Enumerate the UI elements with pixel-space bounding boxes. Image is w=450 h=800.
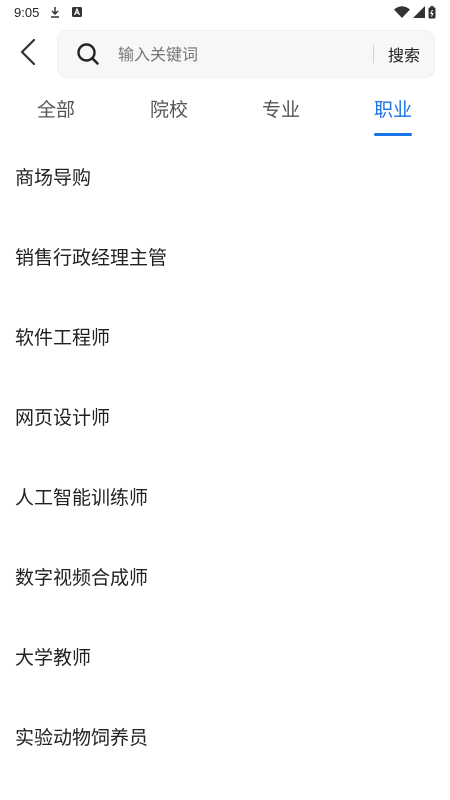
back-button[interactable] (12, 36, 44, 72)
list-item[interactable]: 大学教师 (0, 618, 450, 698)
wifi-icon (394, 6, 410, 18)
active-tab-indicator (374, 133, 412, 136)
list-item-label: 实验动物饲养员 (15, 726, 149, 749)
chevron-left-icon (19, 37, 37, 71)
career-list: 商场导购 销售行政经理主管 软件工程师 网页设计师 人工智能训练师 数字视频合成… (0, 138, 450, 778)
search-input[interactable] (118, 44, 373, 64)
tab-careers[interactable]: 职业 (353, 92, 433, 128)
search-header: 搜索 (0, 28, 450, 80)
battery-icon (428, 6, 436, 19)
list-item[interactable]: 软件工程师 (0, 298, 450, 378)
list-item-label: 数字视频合成师 (15, 566, 149, 589)
search-button[interactable]: 搜索 (374, 42, 434, 66)
search-icon (76, 42, 100, 66)
tab-all[interactable]: 全部 (16, 92, 96, 128)
status-bar: 9:05 (0, 0, 450, 24)
download-icon (49, 6, 61, 18)
signal-icon (413, 6, 425, 18)
list-item-label: 大学教师 (15, 646, 92, 669)
list-item[interactable]: 商场导购 (0, 138, 450, 218)
category-tabs: 全部 院校 专业 职业 (0, 92, 450, 138)
list-item-label: 销售行政经理主管 (15, 246, 168, 269)
list-item[interactable]: 实验动物饲养员 (0, 698, 450, 778)
tab-majors[interactable]: 专业 (241, 92, 321, 128)
list-item[interactable]: 人工智能训练师 (0, 458, 450, 538)
search-box: 搜索 (57, 30, 435, 78)
a-icon (71, 6, 83, 18)
list-item-label: 商场导购 (15, 166, 92, 189)
list-item[interactable]: 网页设计师 (0, 378, 450, 458)
list-item-label: 网页设计师 (15, 406, 111, 429)
status-time: 9:05 (14, 4, 40, 20)
tab-schools[interactable]: 院校 (129, 92, 209, 128)
list-item-label: 人工智能训练师 (15, 486, 149, 509)
list-item[interactable]: 数字视频合成师 (0, 538, 450, 618)
list-item[interactable]: 销售行政经理主管 (0, 218, 450, 298)
list-item-label: 软件工程师 (15, 326, 111, 349)
